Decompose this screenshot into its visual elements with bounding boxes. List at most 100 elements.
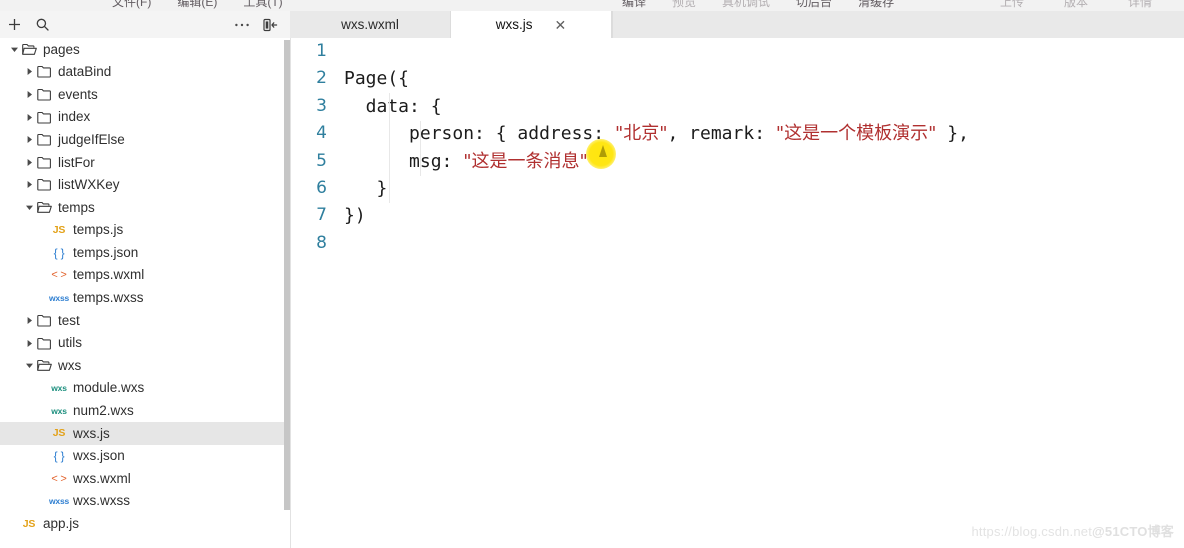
add-icon[interactable] [0,13,28,37]
details-button[interactable]: 详情 [1128,0,1152,10]
tree-item-judgeIfElse[interactable]: judgeIfElse [0,128,284,151]
code-token: }) [344,205,366,227]
code-text[interactable]: Page({ [336,65,409,92]
tree-item-listFor[interactable]: listFor [0,151,284,174]
string-literal: "北京" [614,123,668,145]
chevron-right-icon[interactable] [23,156,35,168]
code-token: , remark: [667,123,776,145]
tree-item-wxs[interactable]: wxs [0,354,284,377]
close-icon[interactable]: ✕ [555,18,567,32]
tree-item-label: wxs.wxss [73,493,130,509]
tab-label: wxs.js [495,17,533,32]
code-line[interactable]: 1 [291,38,1184,65]
tree-item-temps-json[interactable]: { } temps.json [0,241,284,264]
code-line[interactable]: 8 [291,230,1184,257]
tree-item-num2-wxs[interactable]: wxs num2.wxs [0,400,284,423]
collapse-panel-icon[interactable] [256,13,284,37]
remote-debug-button[interactable]: 真机调试 [722,0,770,10]
tab-wxs-js[interactable]: wxs.js ✕ [451,11,612,38]
chevron-right-icon[interactable] [23,66,35,78]
code-text[interactable]: } [336,175,388,202]
chevron-right-icon[interactable] [23,179,35,191]
file-type-icon: wxss [49,293,69,303]
tree-item-app-js[interactable]: JS app.js [0,512,284,535]
file-type-icon: JS [20,518,38,530]
indent-guide [389,93,390,203]
tree-item-temps-js[interactable]: JS temps.js [0,219,284,242]
code-line[interactable]: 2 Page({ [291,65,1184,92]
menu-item[interactable]: 工具(T) [243,0,282,10]
tree-item-module-wxs[interactable]: wxs module.wxs [0,377,284,400]
line-number: 3 [316,95,327,116]
background-button[interactable]: 切后台 [796,0,832,10]
code-line[interactable]: 3 data: { [291,93,1184,120]
tree-item-label: judgeIfElse [58,131,125,147]
menu-item[interactable]: 编辑(E) [177,0,217,10]
chevron-right-icon[interactable] [23,314,35,326]
tree-item-label: temps [58,199,95,215]
tab-bar-empty-area [612,11,1184,38]
tree-item-wxs-json[interactable]: { } wxs.json [0,445,284,468]
chevron-right-icon[interactable] [23,337,35,349]
tree-item-events[interactable]: events [0,83,284,106]
tree-item-pages[interactable]: pages [0,38,284,61]
file-type-icon: wxss [49,496,69,506]
code-line[interactable]: 6 } [291,175,1184,202]
tree-item-listWXKey[interactable]: listWXKey [0,174,284,197]
chevron-right-icon[interactable] [23,134,35,146]
more-icon[interactable] [228,13,256,37]
code-line[interactable]: 4 person: { address: "北京", remark: "这是一个… [291,120,1184,147]
folder-open-icon [36,201,52,214]
folder-icon [36,133,52,146]
tab-wxs-wxml[interactable]: wxs.wxml [290,11,451,38]
upload-button[interactable]: 上传 [1000,0,1024,10]
search-icon[interactable] [28,13,56,37]
watermark-url: https://blog.csdn.net [971,524,1093,539]
tree-item-temps[interactable]: temps [0,196,284,219]
tree-item-wxs-wxss[interactable]: wxss wxs.wxss [0,490,284,513]
compile-button[interactable]: 编译 [622,0,646,10]
tree-item-temps-wxss[interactable]: wxss temps.wxss [0,287,284,310]
version-button[interactable]: 版本 [1064,0,1088,10]
tree-item-label: temps.json [73,244,139,260]
tree-item-temps-wxml[interactable]: < > temps.wxml [0,264,284,287]
code-text[interactable]: person: { address: "北京", remark: "这是一个模板… [336,120,969,147]
tree-item-index[interactable]: index [0,106,284,129]
menu-item[interactable]: 文件(F) [112,0,151,10]
file-explorer-tree[interactable]: pages dataBind events index judgeIfElse listF… [0,38,284,548]
js-file-icon: JS [22,517,36,530]
tree-item-label: temps.js [73,222,124,238]
menu-group-right: 上传 版本 详情 [1000,0,1152,10]
tree-item-wxs-js[interactable]: JS wxs.js [0,422,284,445]
file-type-icon [35,111,53,124]
code-line[interactable]: 7}) [291,202,1184,229]
preview-button[interactable]: 预览 [672,0,696,10]
code-text[interactable]: msg: "这是一条消息" [336,148,588,175]
folder-open-icon [21,43,37,56]
folder-icon [36,111,52,124]
code-editor[interactable]: 1 2 Page({3 data: {4 person: { address: "北… [291,38,1184,548]
file-type-icon [35,201,53,214]
tree-item-dataBind[interactable]: dataBind [0,61,284,84]
clear-cache-button[interactable]: 清缓存 [858,0,894,10]
tree-item-wxs-wxml[interactable]: < > wxs.wxml [0,467,284,490]
json-file-icon: { } [53,245,65,260]
chevron-right-icon[interactable] [23,111,35,123]
tree-item-label: temps.wxml [73,267,145,283]
tree-item-test[interactable]: test [0,309,284,332]
folder-icon [36,337,52,350]
tree-item-label: pages [43,41,80,57]
code-line[interactable]: 5 msg: "这是一条消息" [291,148,1184,175]
file-type-icon [35,337,53,350]
chevron-down-icon[interactable] [23,360,35,372]
folder-icon [36,178,52,191]
chevron-down-icon[interactable] [23,201,35,213]
chevron-right-icon[interactable] [23,88,35,100]
code-token: msg: [344,150,464,172]
tree-item-label: wxs.json [73,448,125,464]
code-text[interactable]: }) [336,202,366,229]
tree-item-utils[interactable]: utils [0,332,284,355]
file-type-icon: JS [50,427,68,439]
chevron-down-icon[interactable] [8,43,20,55]
file-type-icon: < > [50,473,68,485]
